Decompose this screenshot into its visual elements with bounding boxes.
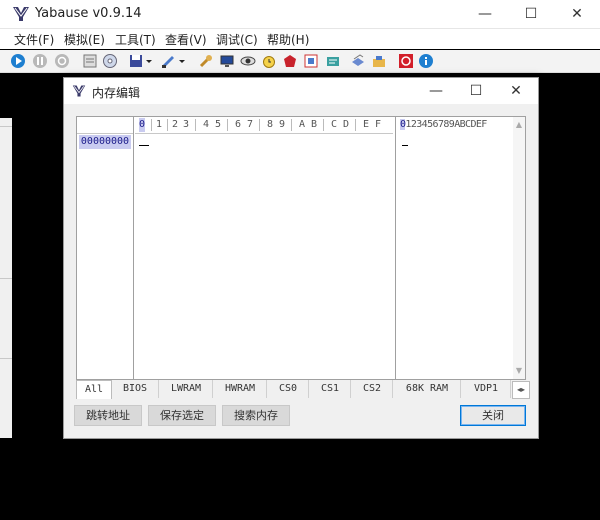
tab-vdp1[interactable]: VDP1 [462,380,511,398]
menu-view[interactable]: 查看(V) [165,31,207,48]
main-window: Yabause v0.9.14 — ☐ ✕ 文件(F) 模拟(E) 工具(T) … [0,0,600,520]
hex-header-7: 7 [247,119,254,130]
load-state-dropdown-icon[interactable] [178,53,186,69]
yabause-logo-icon [13,7,29,21]
ascii-header-rest: 123456789ABCDEF [405,119,487,130]
record-icon[interactable] [282,53,298,69]
menu-file[interactable]: 文件(F) [14,31,54,48]
load-state-icon[interactable] [160,53,176,69]
menu-debug[interactable]: 调试(C) [216,31,258,48]
main-titlebar: Yabause v0.9.14 — ☐ ✕ [0,0,600,29]
alarm-clock-icon[interactable] [261,53,277,69]
hex-header-e: E [363,119,370,130]
hex-header-2: 2 [172,119,179,130]
menu-tools[interactable]: 工具(T) [115,31,156,48]
address-header [77,117,133,134]
hex-header-a: A [299,119,306,130]
ascii-header: 0123456789ABCDEF [400,118,487,132]
dialog-close-button[interactable]: ✕ [496,78,536,104]
hex-header-5: 5 [215,119,222,130]
stop-power-icon[interactable] [398,53,414,69]
ascii-column[interactable]: 0123456789ABCDEF ▲ ▼ [395,117,525,379]
play-icon[interactable] [10,53,26,69]
hex-header-9: 9 [279,119,286,130]
tab-cs0[interactable]: CS0 [268,380,309,398]
hex-header-d: D [343,119,350,130]
dialog-minimize-button[interactable]: — [416,78,456,104]
save-state-icon[interactable] [128,53,144,69]
open-iso-icon[interactable] [82,53,98,69]
settings-wrench-icon[interactable] [198,53,214,69]
vertical-scrollbar[interactable]: ▲ ▼ [513,117,525,379]
tab-hwram[interactable]: HWRAM [214,380,267,398]
memory-region-tabs: All BIOS LWRAM HWRAM CS0 CS1 CS2 68K RAM… [76,380,530,399]
background-window-edge [0,118,12,438]
menu-bar: 文件(F) 模拟(E) 工具(T) 查看(V) 调试(C) 帮助(H) [0,29,600,49]
address-column: 00000000 [77,117,134,379]
log-icon[interactable] [325,53,341,69]
tab-bios[interactable]: BIOS [112,380,159,398]
hex-column-header: 0 1 2 3 4 5 6 7 8 9 A B C D E F [135,117,393,134]
hex-header-c: C [331,119,338,130]
close-dialog-button[interactable]: 关闭 [460,405,526,426]
save-selection-button[interactable]: 保存选定 [148,405,216,426]
eye-icon[interactable] [240,53,256,69]
monitor-icon[interactable] [219,53,235,69]
tab-cs1[interactable]: CS1 [310,380,351,398]
fullscreen-icon[interactable] [303,53,319,69]
tools-icon[interactable] [371,53,387,69]
hex-header-b: B [311,119,318,130]
about-icon[interactable] [418,53,434,69]
save-state-dropdown-icon[interactable] [145,53,153,69]
maximize-button[interactable]: ☐ [508,0,554,28]
memory-editor-dialog: 内存编辑 — ☐ ✕ 00000000 0 1 2 3 4 5 6 7 8 9 … [63,77,539,439]
toolbar [0,50,600,73]
hex-header-1: 1 [156,119,163,130]
hex-header-3: 3 [183,119,190,130]
dialog-title: 内存编辑 [92,86,141,100]
hex-header-8: 8 [267,119,274,130]
close-button[interactable]: ✕ [554,0,600,28]
tab-all[interactable]: All [76,380,112,399]
yabause-logo-icon [72,85,86,97]
hex-header-4: 4 [203,119,210,130]
menu-help[interactable]: 帮助(H) [267,31,309,48]
address-cell[interactable]: 00000000 [79,135,131,149]
scroll-down-icon[interactable]: ▼ [513,365,525,377]
tab-cs2[interactable]: CS2 [352,380,393,398]
open-cd-icon[interactable] [102,53,118,69]
dialog-maximize-button[interactable]: ☐ [456,78,496,104]
goto-address-button[interactable]: 跳转地址 [74,405,142,426]
scroll-up-icon[interactable]: ▲ [513,119,525,131]
pause-icon[interactable] [32,53,48,69]
menu-emulation[interactable]: 模拟(E) [64,31,105,48]
tab-68k-ram[interactable]: 68K RAM [394,380,461,398]
hex-header-6: 6 [235,119,242,130]
ascii-cursor [402,145,408,146]
search-memory-button[interactable]: 搜索内存 [222,405,290,426]
tab-lwram[interactable]: LWRAM [160,380,213,398]
tab-scroll-arrows-icon[interactable]: ◂▸ [512,381,530,399]
dialog-titlebar: 内存编辑 — ☐ ✕ [64,78,538,104]
app-title: Yabause v0.9.14 [35,6,142,21]
hex-header-0: 0 [139,118,146,132]
layers-icon[interactable] [350,53,366,69]
hex-editor-grid[interactable]: 00000000 0 1 2 3 4 5 6 7 8 9 A B C D E F… [76,116,526,380]
minimize-button[interactable]: — [462,0,508,28]
reset-icon[interactable] [54,53,70,69]
hex-header-f: F [375,119,382,130]
hex-cursor [139,145,149,146]
